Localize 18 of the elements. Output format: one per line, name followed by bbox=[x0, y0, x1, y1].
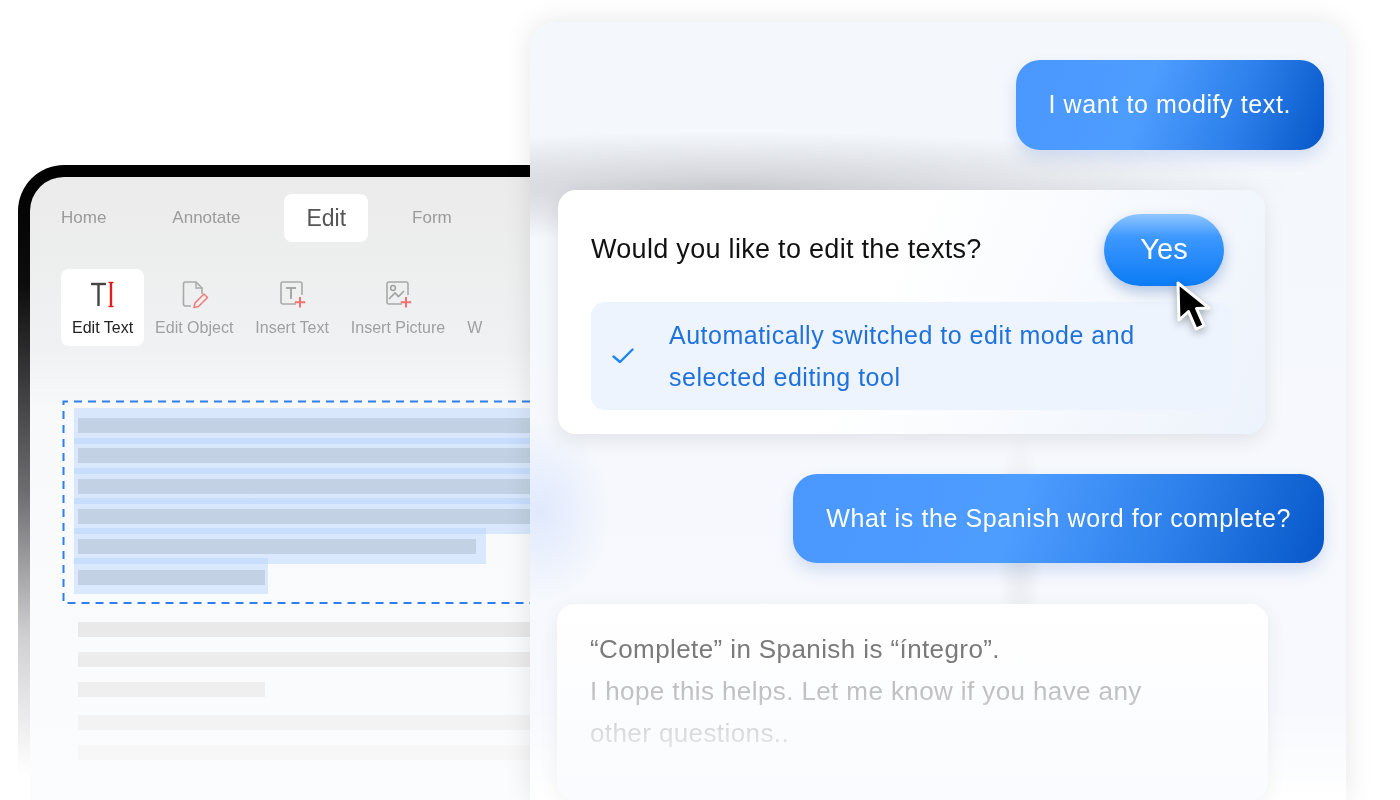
text-box-plus-icon bbox=[277, 279, 308, 309]
tool-button[interactable]: Edit Text bbox=[61, 269, 145, 346]
user-message: I want to modify text. bbox=[1015, 60, 1324, 150]
check-icon bbox=[612, 347, 634, 364]
reply-text: “Complete” in Spanish is “íntegro”. bbox=[590, 633, 1001, 667]
user-message: What is the Spanish word for complete? bbox=[793, 473, 1324, 564]
image-plus-icon bbox=[383, 279, 413, 309]
notice-text: Automatically switched to edit mode and selected editing tool bbox=[669, 319, 1136, 393]
tab[interactable]: Home bbox=[39, 194, 129, 242]
tab[interactable]: Annotate bbox=[150, 194, 263, 242]
tool-button[interactable]: W bbox=[456, 269, 494, 346]
question-text: Would you like to edit the texts? bbox=[591, 234, 982, 266]
tab[interactable]: Edit bbox=[284, 194, 369, 242]
tool-button[interactable]: Insert Picture bbox=[339, 269, 457, 346]
tab[interactable]: Form bbox=[390, 194, 474, 242]
tool-button[interactable]: Edit Object bbox=[144, 269, 245, 346]
tool-button[interactable]: Insert Text bbox=[244, 269, 340, 346]
yes-button[interactable]: Yes bbox=[1104, 213, 1224, 286]
